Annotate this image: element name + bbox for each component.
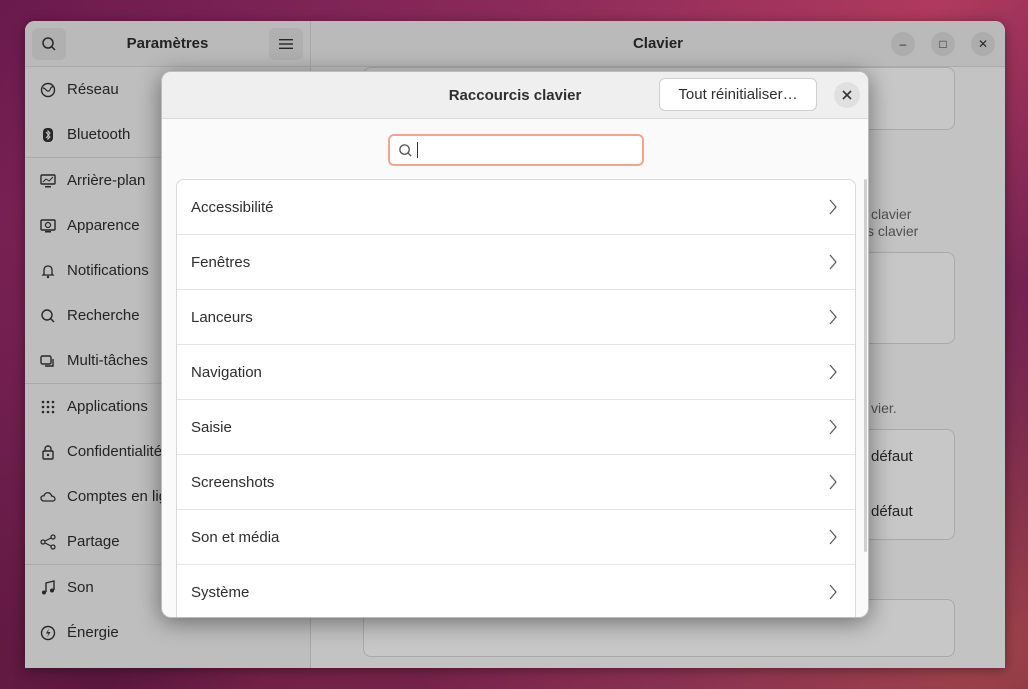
list-item[interactable]: Lanceurs bbox=[177, 290, 855, 345]
close-dialog-button[interactable] bbox=[834, 82, 860, 108]
list-item[interactable]: Système bbox=[177, 565, 855, 617]
list-item[interactable]: Son et média bbox=[177, 510, 855, 565]
chevron-right-icon bbox=[829, 199, 837, 215]
reset-all-button[interactable]: Tout réinitialiser… bbox=[659, 78, 817, 111]
dialog-title: Raccourcis clavier bbox=[448, 86, 582, 104]
category-label: Lanceurs bbox=[191, 308, 253, 326]
chevron-right-icon bbox=[829, 529, 837, 545]
chevron-right-icon bbox=[829, 309, 837, 325]
category-label: Saisie bbox=[191, 418, 232, 436]
keyboard-shortcuts-dialog: Raccourcis clavier Tout réinitialiser… A… bbox=[161, 71, 869, 618]
chevron-right-icon bbox=[829, 364, 837, 380]
close-icon bbox=[842, 90, 852, 100]
list-item[interactable]: Saisie bbox=[177, 400, 855, 455]
list-item[interactable]: Screenshots bbox=[177, 455, 855, 510]
category-label: Navigation bbox=[191, 363, 262, 381]
list-item[interactable]: Accessibilité bbox=[177, 180, 855, 235]
text-caret bbox=[417, 142, 418, 158]
chevron-right-icon bbox=[829, 474, 837, 490]
category-label: Fenêtres bbox=[191, 253, 251, 271]
shortcut-search-field[interactable] bbox=[388, 134, 644, 166]
list-item[interactable]: Navigation bbox=[177, 345, 855, 400]
list-item[interactable]: Fenêtres bbox=[177, 235, 855, 290]
dialog-header: Raccourcis clavier Tout réinitialiser… bbox=[162, 72, 868, 119]
search-input[interactable] bbox=[424, 142, 634, 158]
category-label: Accessibilité bbox=[191, 198, 274, 216]
category-label: Screenshots bbox=[191, 473, 275, 491]
chevron-right-icon bbox=[829, 254, 837, 270]
chevron-right-icon bbox=[829, 584, 837, 600]
search-icon bbox=[399, 143, 412, 157]
chevron-right-icon bbox=[829, 419, 837, 435]
category-label: Son et média bbox=[191, 528, 280, 546]
list-scrollbar[interactable] bbox=[864, 179, 867, 552]
shortcut-categories-list: Accessibilité Fenêtres Lanceurs Navigati… bbox=[176, 179, 856, 617]
category-label: Système bbox=[191, 583, 250, 601]
